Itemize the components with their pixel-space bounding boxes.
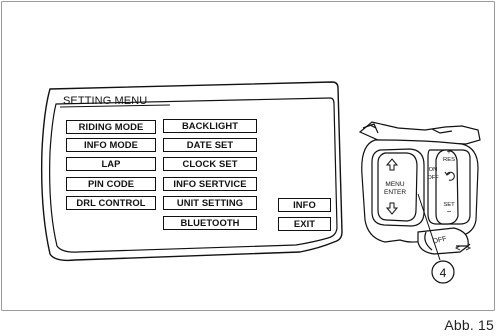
menu-item-info-mode[interactable]: INFO MODE xyxy=(66,138,156,152)
figure-label: Abb. 15 xyxy=(444,317,494,333)
menu-item-info-sertvice[interactable]: INFO SERTVICE xyxy=(163,177,257,191)
menu-item-unit-setting[interactable]: UNIT SETTING xyxy=(163,196,257,210)
callout-number: 4 xyxy=(440,266,447,280)
plus-label: + xyxy=(447,147,452,156)
menu-item-exit[interactable]: EXIT xyxy=(278,217,331,231)
menu-item-clock-set[interactable]: CLOCK SET xyxy=(163,157,257,171)
on-label: ON xyxy=(429,167,438,173)
handlebar-switchgear xyxy=(358,121,481,255)
menu-item-date-set[interactable]: DATE SET xyxy=(163,138,257,152)
setting-menu-title: SETTING MENU xyxy=(63,95,148,107)
menu-item-info[interactable]: INFO xyxy=(278,198,331,212)
dashboard-panel-outline xyxy=(40,81,343,262)
res-label: RES xyxy=(443,157,455,163)
minus-label: − xyxy=(447,207,452,216)
menu-item-lap[interactable]: LAP xyxy=(66,157,156,171)
enter-label: ENTER xyxy=(384,189,406,196)
menu-item-backlight[interactable]: BACKLIGHT xyxy=(163,119,257,133)
menu-item-pin-code[interactable]: PIN CODE xyxy=(66,177,156,191)
menu-item-drl-control[interactable]: DRL CONTROL xyxy=(66,196,156,210)
off-label-small: OFF xyxy=(427,175,439,181)
menu-item-riding-mode[interactable]: RIDING MODE xyxy=(66,120,156,134)
menu-item-bluetooth[interactable]: BLUETOOTH xyxy=(163,216,257,230)
menu-label: MENU xyxy=(385,181,404,188)
